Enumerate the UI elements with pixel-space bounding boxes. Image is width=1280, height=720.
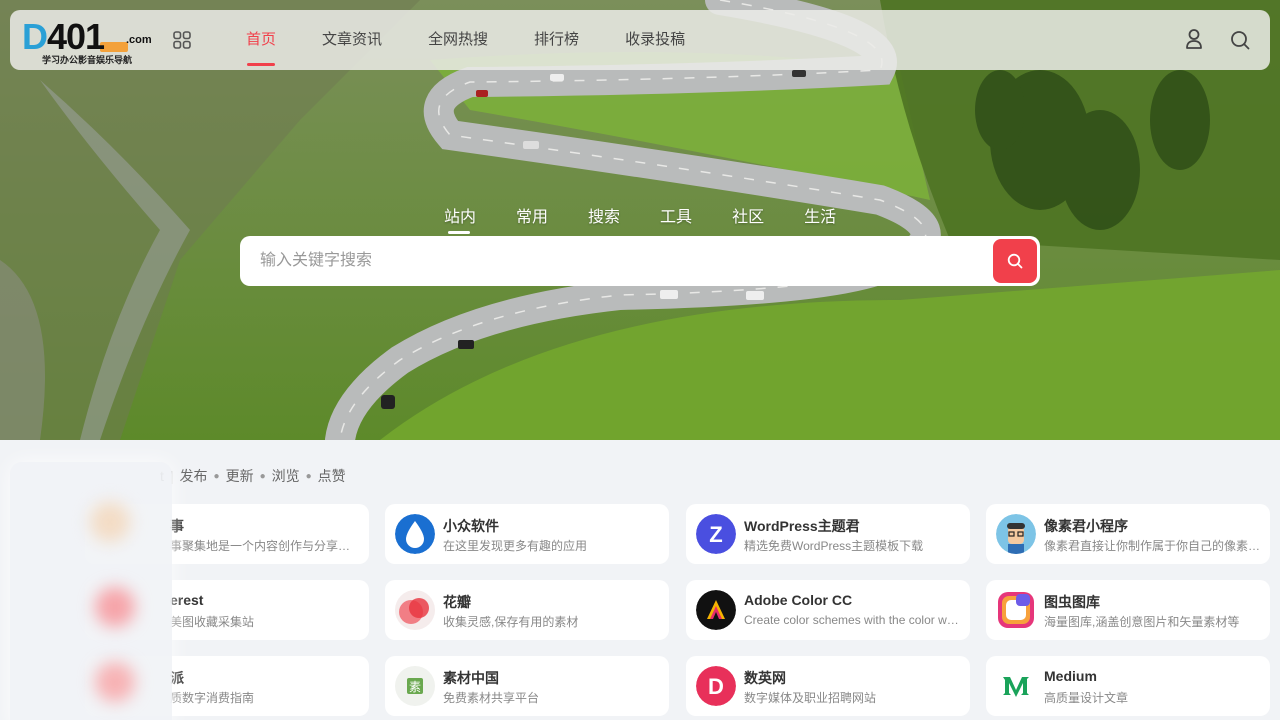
card-desc: 美图收藏采集站 [170, 615, 255, 629]
site-card[interactable]: 小众软件 在这里发现更多有趣的应用 [385, 504, 669, 564]
site-card[interactable]: 花瓣 收集灵感,保存有用的素材 [385, 580, 669, 640]
card-desc: 精选免费WordPress主题模板下载 [744, 539, 924, 553]
main-nav: 首页 文章资讯 全网热搜 排行榜 收录投稿 [246, 10, 731, 70]
card-desc: 质数字消费指南 [170, 691, 255, 705]
sort-likes[interactable]: 点赞 [318, 466, 346, 486]
apps-grid-icon[interactable] [173, 31, 191, 49]
card-desc: 像素君直接让你制作属于你自己的像素… [1044, 539, 1261, 553]
card-desc: 高质量设计文章 [1044, 691, 1129, 705]
search-icon[interactable] [1230, 30, 1250, 50]
search-category-tabs: 站内 常用 搜索 工具 社区 生活 [444, 203, 876, 234]
card-desc: 数字媒体及职业招聘网站 [744, 691, 877, 705]
blurred-icon [95, 662, 135, 702]
user-icon[interactable] [1184, 28, 1204, 50]
card-title: Medium [1044, 668, 1097, 684]
search-tab-common[interactable]: 常用 [516, 203, 548, 227]
site-logo[interactable]: D401 .com 学习办公影音娱乐导航 [22, 16, 164, 65]
sucai-glyph: 素 [409, 680, 421, 694]
card-desc: 在这里发现更多有趣的应用 [443, 539, 588, 553]
search-tab-life[interactable]: 生活 [804, 203, 836, 227]
sort-dot: ● [305, 470, 312, 482]
card-desc: 海量图库,涵盖创意图片和矢量素材等 [1044, 615, 1240, 629]
wordpress-theme-icon: Z [696, 514, 736, 554]
card-title: Adobe Color CC [744, 592, 853, 608]
site-card[interactable]: D 数英网 数字媒体及职业招聘网站 [686, 656, 970, 716]
card-desc: 事聚集地是一个内容创作与分享社… [170, 539, 360, 553]
nav-rankings[interactable]: 排行榜 [534, 10, 579, 70]
card-title: WordPress主题君 [744, 518, 860, 534]
card-desc: Create color schemes with the color w… [744, 613, 959, 627]
search-tab-tools[interactable]: 工具 [660, 203, 692, 227]
search-submit-button[interactable] [993, 239, 1037, 283]
search-input[interactable] [240, 236, 980, 286]
shuying-icon: D [696, 666, 736, 706]
blurred-icon [90, 502, 130, 542]
sort-options: t | 发布 ● 更新 ● 浏览 ● 点赞 [160, 466, 346, 486]
sort-dot: ● [259, 470, 266, 482]
search-tab-site[interactable]: 站内 [444, 203, 476, 234]
search-icon [1007, 253, 1023, 269]
nav-articles[interactable]: 文章资讯 [322, 10, 382, 70]
card-title: 像素君小程序 [1044, 518, 1128, 534]
card-title: 事 [170, 518, 184, 534]
card-title: 派 [170, 670, 184, 686]
logo-orange-bar [100, 42, 128, 52]
search-box [240, 236, 1040, 286]
tuchong-icon [996, 590, 1036, 630]
medium-icon [996, 666, 1036, 706]
nav-home[interactable]: 首页 [246, 10, 276, 70]
card-title: 数英网 [744, 670, 786, 686]
adobe-color-icon [696, 590, 736, 630]
top-navbar: D401 .com 学习办公影音娱乐导航 首页 文章资讯 全网热搜 排行榜 收录… [10, 10, 1270, 70]
site-card[interactable]: Adobe Color CC Create color schemes with… [686, 580, 970, 640]
card-title: erest [170, 592, 204, 608]
pixel-avatar-icon [996, 514, 1036, 554]
wp-glyph: Z [709, 522, 722, 547]
site-card[interactable]: Z WordPress主题君 精选免费WordPress主题模板下载 [686, 504, 970, 564]
card-desc: 收集灵感,保存有用的素材 [443, 615, 579, 629]
shuying-glyph: D [708, 674, 724, 699]
sort-publish[interactable]: 发布 [180, 466, 208, 486]
nav-hot-search[interactable]: 全网热搜 [428, 10, 488, 70]
sucai-china-icon: 素 [395, 666, 435, 706]
logo-tagline: 学习办公影音娱乐导航 [42, 55, 133, 65]
sort-update[interactable]: 更新 [226, 466, 254, 486]
sort-views[interactable]: 浏览 [272, 466, 300, 486]
search-tab-community[interactable]: 社区 [732, 203, 764, 227]
huaban-icon [395, 590, 435, 630]
site-card[interactable]: 像素君小程序 像素君直接让你制作属于你自己的像素… [986, 504, 1270, 564]
card-title: 花瓣 [443, 594, 471, 610]
nav-submit[interactable]: 收录投稿 [625, 10, 685, 70]
logo-domain: .com [126, 34, 152, 46]
site-card[interactable]: 图虫图库 海量图库,涵盖创意图片和矢量素材等 [986, 580, 1270, 640]
site-card[interactable]: Medium 高质量设计文章 [986, 656, 1270, 716]
site-card[interactable]: 素 素材中国 免费素材共享平台 [385, 656, 669, 716]
xiaozhong-icon [395, 514, 435, 554]
blurred-icon [95, 587, 135, 627]
card-desc: 免费素材共享平台 [443, 691, 540, 705]
logo-main-text: D401 [22, 16, 105, 57]
card-title: 素材中国 [443, 670, 499, 686]
left-sidebar-panel [10, 462, 172, 720]
card-title: 小众软件 [443, 518, 499, 534]
sort-dot: ● [213, 470, 220, 482]
search-tab-search[interactable]: 搜索 [588, 203, 620, 227]
card-title: 图虫图库 [1044, 594, 1100, 610]
